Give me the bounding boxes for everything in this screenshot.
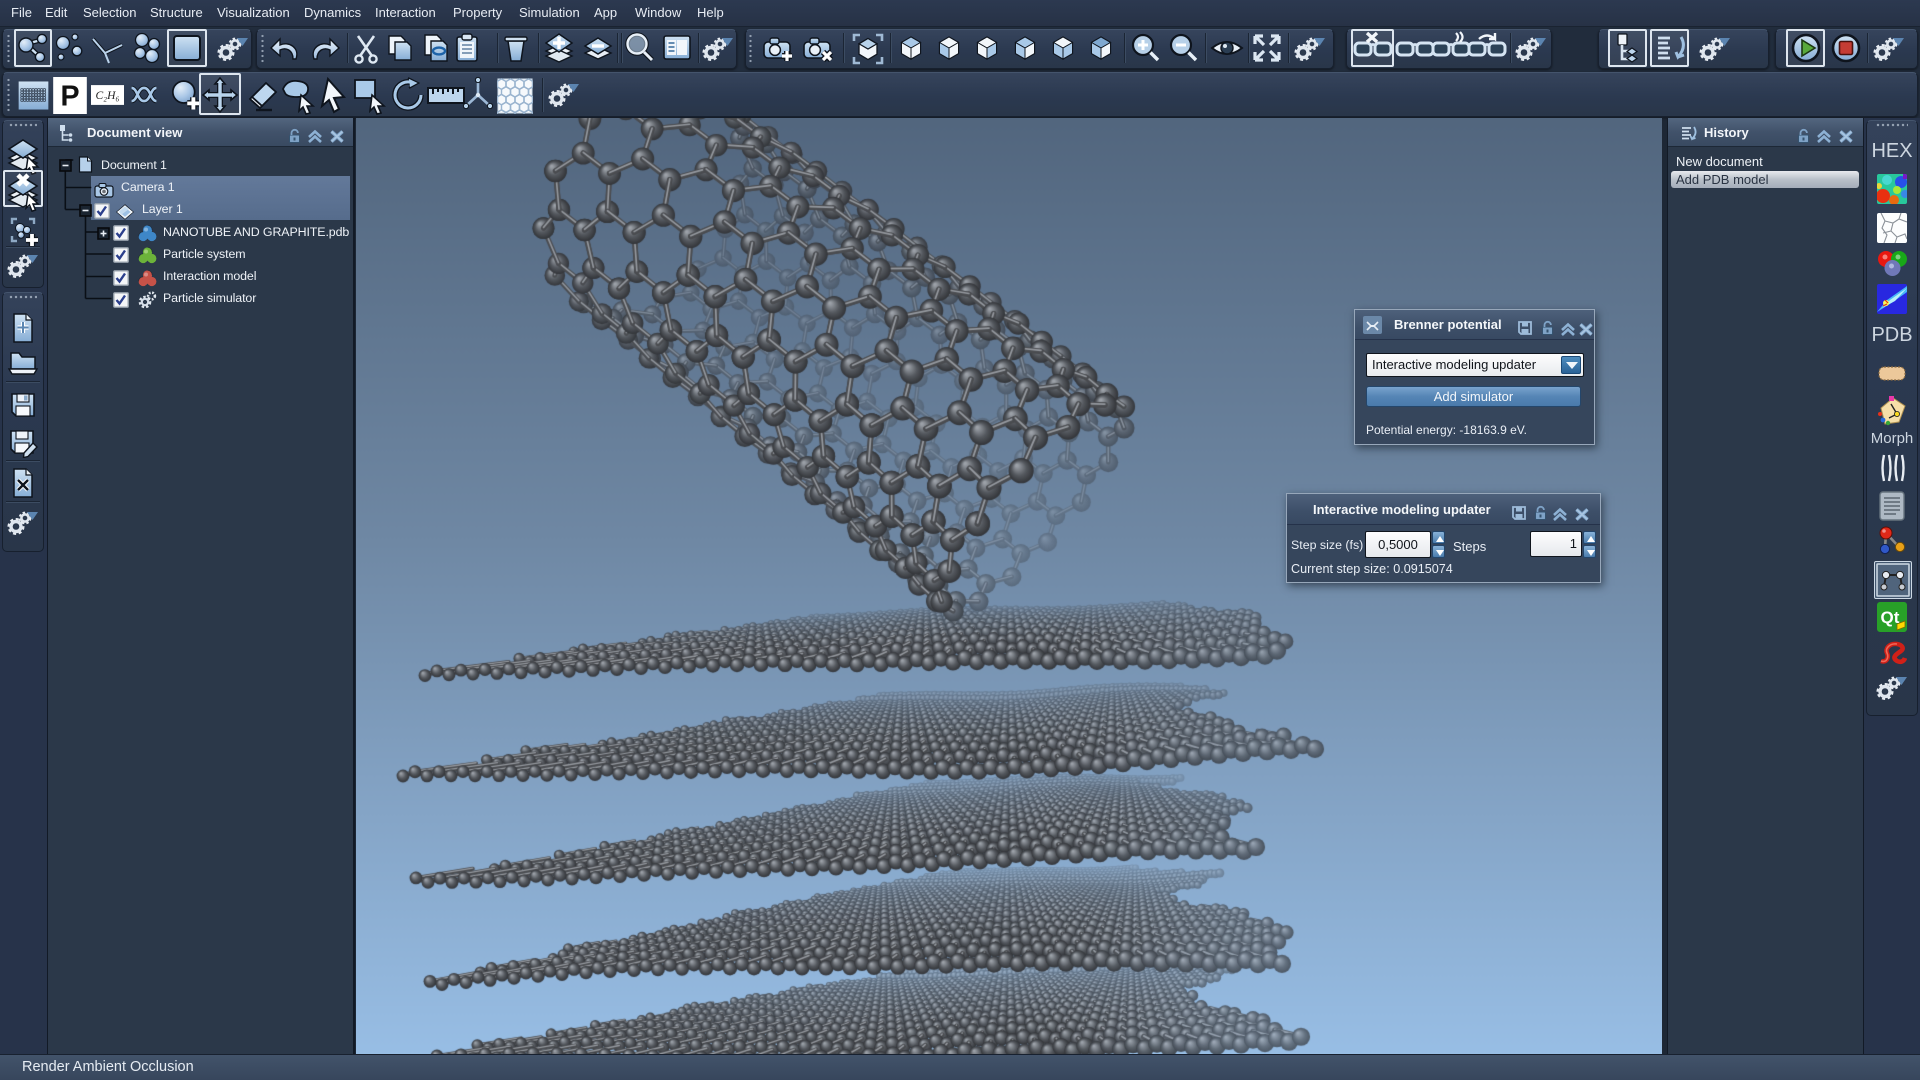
svg-text:C₂H₆: C₂H₆ [95,90,119,102]
svg-text:P: P [60,81,79,113]
